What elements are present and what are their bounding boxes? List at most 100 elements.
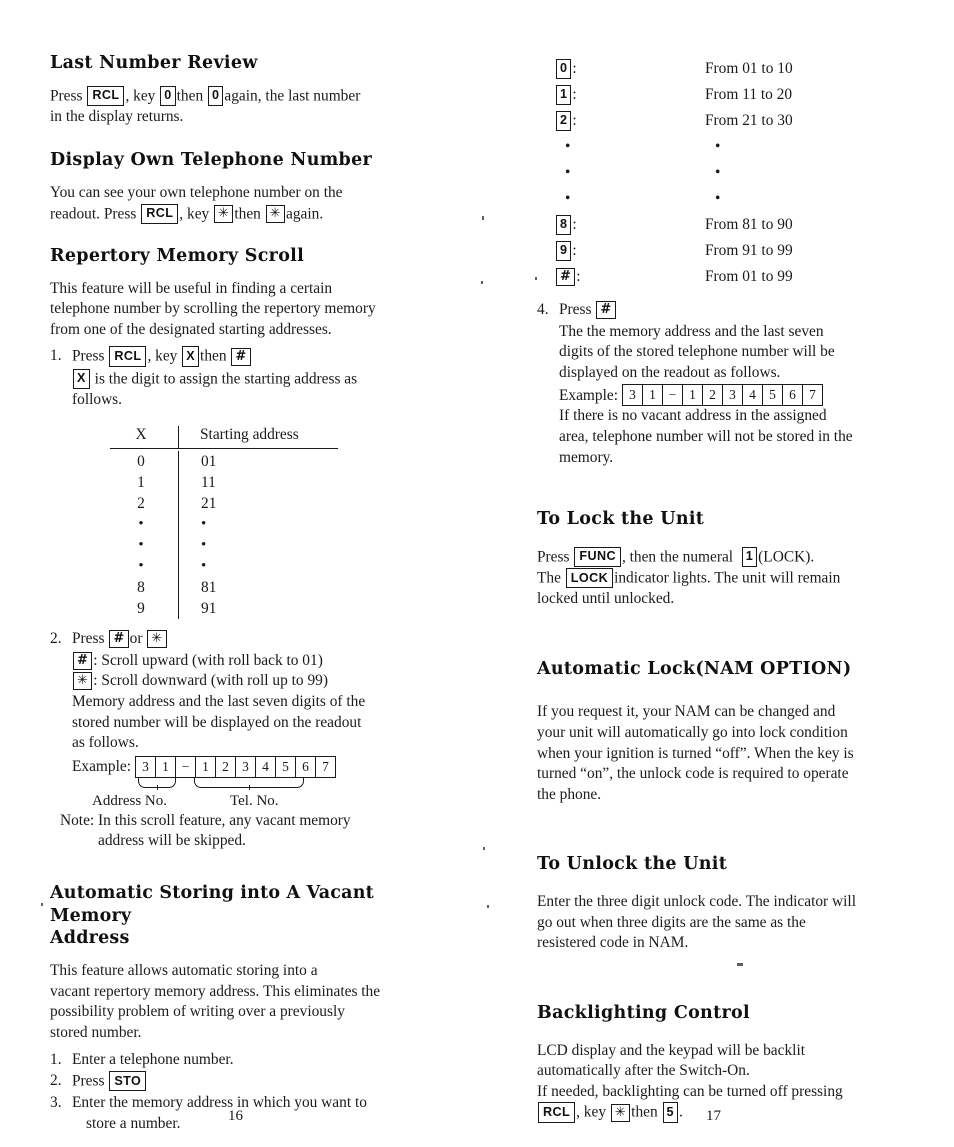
- scan-speckle: [487, 905, 489, 908]
- cell-x: •: [110, 514, 179, 536]
- text-key: , key: [147, 347, 178, 365]
- step-2: 2. Press # or ✳: [50, 629, 445, 650]
- heading-backlighting-control: Backlighting Control: [537, 1002, 750, 1023]
- text-key: , key: [576, 1103, 607, 1121]
- example-readout-left: Example: 3 1 − 1 2 3 4 5 6 7 Address No.…: [50, 755, 445, 811]
- text-press: Press: [50, 87, 83, 105]
- line-6: memory.: [559, 448, 614, 466]
- step-1-sub: X is the digit to assign the starting ad…: [50, 368, 445, 411]
- automatic-storing-intro: This feature allows automatic storing in…: [50, 961, 445, 1043]
- step-2: 2. Press STO: [50, 1071, 445, 1092]
- to-unlock-body: Enter the three digit unlock code. The i…: [537, 892, 937, 954]
- key-lock-indicator: LOCK: [565, 568, 614, 589]
- key-rcl: RCL: [538, 1102, 576, 1123]
- section-automatic-storing: Automatic Storing into A Vacant Memory A…: [50, 882, 445, 1135]
- text-or: or: [129, 630, 143, 648]
- table-row: 8 81: [110, 577, 360, 599]
- last-number-review-body: Press RCL, key 0 then 0 again, the last nu…: [50, 85, 445, 128]
- range-key: 9:: [555, 238, 705, 264]
- to-lock-body: Press FUNC, then the numeral 1 (LOCK). Th…: [537, 546, 937, 610]
- section-to-lock-the-unit: To Lock the Unit Press FUNC, then the nu…: [537, 508, 937, 610]
- digit-cell: 3: [623, 385, 643, 406]
- note-line-2: address will be skipped.: [98, 832, 246, 850]
- digit-cell: 5: [276, 756, 296, 777]
- key-star-first: ✳: [214, 205, 234, 224]
- line-3: when your ignition is turned “off”. When…: [537, 744, 854, 762]
- cell-x: 8: [110, 577, 179, 599]
- key-hash: #: [596, 301, 616, 319]
- digit-cell: 1: [196, 756, 216, 777]
- text-the: The: [537, 569, 561, 587]
- range-row-ellipsis: • •: [555, 160, 937, 186]
- digit-cell: 4: [256, 756, 276, 777]
- text-press: Press: [559, 301, 592, 318]
- text-press: Press: [72, 630, 105, 648]
- intro-line-1: This feature will be useful in finding a…: [50, 279, 333, 297]
- digit-cell: 6: [783, 385, 803, 406]
- step-2-number: 2.: [50, 1072, 62, 1090]
- scan-speckle: [481, 281, 483, 284]
- intro-line-1: This feature allows automatic storing in…: [50, 962, 318, 980]
- range-value: From 11 to 20: [705, 86, 793, 103]
- section-automatic-lock: Automatic Lock(NAM OPTION) If you reques…: [537, 658, 937, 806]
- readout-description: Memory address and the last seven digits…: [50, 692, 445, 754]
- key-hash: #: [556, 268, 576, 286]
- text-then: then: [200, 347, 227, 365]
- range-key: #:: [555, 264, 705, 290]
- line-1: The the memory address and the last seve…: [559, 322, 824, 340]
- range-row: 0: From 01 to 10: [555, 56, 937, 82]
- key-8: 8: [556, 214, 572, 235]
- text-follows: follows.: [72, 390, 123, 408]
- brace-address-no: [138, 777, 176, 790]
- key-2: 2: [556, 110, 572, 131]
- range-value: From 01 to 10: [705, 60, 793, 77]
- heading-display-own-number: Display Own Telephone Number: [50, 150, 373, 171]
- table-row-ellipsis: • •: [110, 514, 360, 536]
- line-2: automatically after the Switch-On.: [537, 1062, 750, 1080]
- text-again: again, the last number: [224, 87, 361, 105]
- manual-page: Last Number Review Press RCL, key 0 then …: [0, 0, 954, 1147]
- heading-to-lock-the-unit: To Lock the Unit: [537, 509, 705, 530]
- scroll-downward-line: ✳: Scroll downward (with roll up to 99): [50, 671, 445, 692]
- range-value: From 21 to 30: [705, 112, 793, 129]
- scan-speckle: [737, 963, 743, 966]
- text-lock-paren: (LOCK).: [758, 548, 815, 566]
- note-line-1: Note: In this scroll feature, any vacant…: [60, 811, 351, 829]
- key-star: ✳: [73, 672, 93, 691]
- section-display-own-number: Display Own Telephone Number You can see…: [50, 149, 445, 224]
- text-key: , key: [179, 205, 210, 223]
- line-4: If there is no vacant address in the ass…: [559, 407, 827, 425]
- cell-address: •: [201, 558, 207, 575]
- line-2: your unit will automatically go into loc…: [537, 724, 848, 742]
- key-5: 5: [662, 1102, 678, 1123]
- step-3-line-1: Enter the memory address in which you wa…: [72, 1094, 367, 1112]
- example-label: Example:: [72, 758, 131, 776]
- range-key-dot: •: [565, 190, 571, 207]
- key-rcl: RCL: [109, 346, 147, 367]
- example-braces: [138, 777, 445, 791]
- line-1: Enter the three digit unlock code. The i…: [537, 893, 856, 911]
- range-value-dot: •: [715, 138, 721, 155]
- step-4-body: The the memory address and the last seve…: [537, 322, 937, 469]
- text-again: again.: [286, 205, 324, 223]
- table-body: 0 01 1 11 2 21 • • • • • • 8 81 9 91: [110, 451, 360, 620]
- text-then-numeral: , then the numeral: [621, 548, 734, 566]
- key-sto: STO: [109, 1071, 147, 1092]
- intro-line-3: from one of the designated starting addr…: [50, 320, 332, 338]
- readout-line-3: as follows.: [72, 734, 139, 752]
- digit-cell: 1: [156, 756, 176, 777]
- text-locked-until-unlocked: locked until unlocked.: [537, 590, 675, 608]
- table-row: 9 91: [110, 598, 360, 620]
- section-backlighting-control: Backlighting Control LCD display and the…: [537, 1002, 937, 1124]
- line-1: LCD display and the keypad will be backl…: [537, 1041, 805, 1059]
- key-star-second: ✳: [265, 205, 286, 224]
- step-3-number: 3.: [50, 1094, 62, 1112]
- line-2: digits of the stored telephone number wi…: [559, 343, 835, 361]
- step-1-number: 1.: [50, 1050, 62, 1068]
- scan-speckle: [482, 216, 484, 220]
- readout-line-2: stored number will be displayed on the r…: [72, 713, 362, 731]
- key-x: X: [73, 368, 90, 389]
- key-hash: #: [109, 630, 129, 649]
- key-hash: #: [73, 651, 93, 670]
- address-range-list: 0: From 01 to 10 1: From 11 to 20 2: Fro…: [555, 56, 937, 290]
